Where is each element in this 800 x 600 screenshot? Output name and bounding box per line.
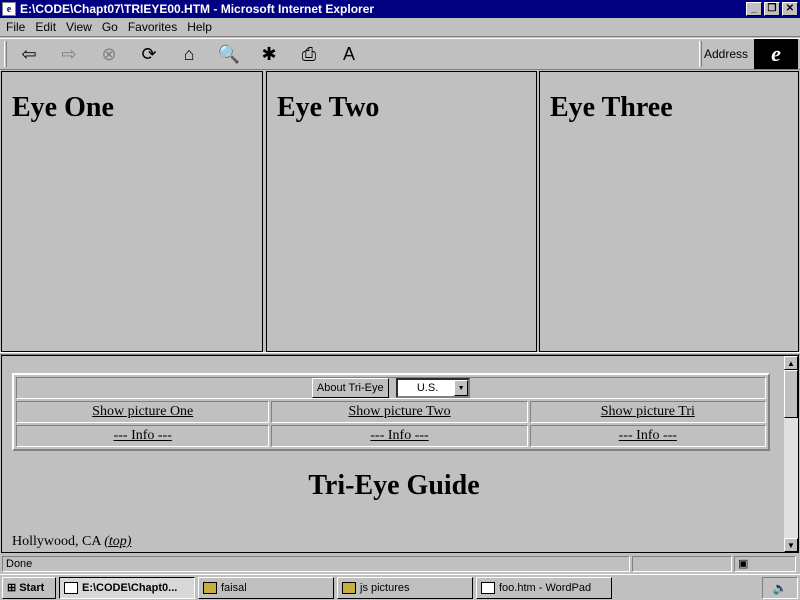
frame-heading: Eye One <box>12 92 114 123</box>
menu-file[interactable]: File <box>6 20 25 34</box>
guide-table: About Tri-Eye U.S. ▼ Show picture One Sh… <box>12 373 770 451</box>
menu-edit[interactable]: Edit <box>35 20 56 34</box>
task-faisal-folder[interactable]: faisal <box>198 576 334 599</box>
guide-footer: Hollywood, CA (top) <box>12 534 131 550</box>
address-grip[interactable] <box>698 41 702 67</box>
menu-favorites[interactable]: Favorites <box>128 20 177 34</box>
guide-cell: --- Info --- <box>271 425 528 447</box>
menu-help[interactable]: Help <box>187 20 212 34</box>
guide-cell: --- Info --- <box>16 425 270 447</box>
back-icon[interactable]: ⇦ <box>9 40 49 68</box>
zone-icon: ▣ <box>738 558 749 570</box>
task-ie-window[interactable]: E:\CODE\Chapt0... <box>59 576 195 599</box>
frame-eye-one: Eye One <box>1 71 263 352</box>
minimize-button[interactable]: _ <box>746 2 762 16</box>
toolbar: ⇦ ⇨ ⊗ ⟳ ⌂ 🔍 ✱ ⎙ A Address e <box>0 38 800 70</box>
title-bar: e E:\CODE\Chapt07\TRIEYE00.HTM - Microso… <box>0 0 800 18</box>
frame-guide: About Tri-Eye U.S. ▼ Show picture One Sh… <box>1 355 799 553</box>
about-tri-eye-button[interactable]: About Tri-Eye <box>311 378 389 398</box>
menu-go[interactable]: Go <box>102 20 118 34</box>
folder-icon <box>203 581 217 594</box>
toolbar-grip[interactable] <box>4 41 7 67</box>
guide-cell: Show picture Tri <box>529 401 766 423</box>
start-button[interactable]: ⊞ Start <box>2 576 56 599</box>
home-icon[interactable]: ⌂ <box>169 40 209 68</box>
windows-logo-icon: ⊞ <box>7 582 17 594</box>
region-select-value: U.S. <box>416 382 439 394</box>
info-three-link[interactable]: --- Info --- <box>619 428 677 443</box>
search-icon[interactable]: 🔍 <box>209 40 249 68</box>
frame-eye-two: Eye Two <box>266 71 537 352</box>
menu-bar: File Edit View Go Favorites Help <box>0 18 800 37</box>
frame-heading: Eye Two <box>277 92 380 123</box>
task-label: foo.htm - WordPad <box>499 581 592 594</box>
speaker-icon[interactable]: 🔈 <box>773 581 788 595</box>
region-select[interactable]: U.S. ▼ <box>396 378 471 398</box>
status-zone-panel: ▣ <box>734 556 796 572</box>
close-button[interactable]: ✕ <box>782 2 798 16</box>
taskbar: ⊞ Start E:\CODE\Chapt0... faisal js pict… <box>0 574 800 600</box>
top-link[interactable]: (top) <box>104 534 131 549</box>
ie-page-icon <box>64 581 78 594</box>
guide-cell: Show picture One <box>16 401 270 423</box>
show-picture-one-link[interactable]: Show picture One <box>92 404 193 419</box>
font-icon[interactable]: A <box>329 40 369 68</box>
task-label: js pictures <box>360 581 410 594</box>
location-text: Hollywood, CA <box>12 534 101 549</box>
show-picture-two-link[interactable]: Show picture Two <box>348 404 450 419</box>
task-label: E:\CODE\Chapt0... <box>82 581 178 594</box>
window-controls: _ ❐ ✕ <box>746 2 798 16</box>
stop-icon[interactable]: ⊗ <box>89 40 129 68</box>
status-bar: Done ▣ <box>0 555 800 573</box>
restore-button[interactable]: ❐ <box>764 2 780 16</box>
frame-eye-three: Eye Three <box>539 71 799 352</box>
scroll-down-icon[interactable]: ▼ <box>784 538 798 552</box>
scroll-up-icon[interactable]: ▲ <box>784 356 798 370</box>
task-label: faisal <box>221 581 247 594</box>
ie-logo-icon: e <box>754 39 798 69</box>
guide-cell: Show picture Two <box>271 401 528 423</box>
start-label: Start <box>19 581 45 594</box>
info-one-link[interactable]: --- Info --- <box>114 428 172 443</box>
frame-heading: Eye Three <box>550 92 673 123</box>
guide-controls-cell: About Tri-Eye U.S. ▼ <box>16 377 766 399</box>
vertical-scrollbar[interactable]: ▲ ▼ <box>784 356 798 552</box>
task-wordpad[interactable]: foo.htm - WordPad <box>476 576 612 599</box>
print-icon[interactable]: ⎙ <box>289 40 329 68</box>
guide-cell: --- Info --- <box>529 425 766 447</box>
forward-icon[interactable]: ⇨ <box>49 40 89 68</box>
status-text: Done <box>2 556 630 572</box>
system-tray: 🔈 <box>762 576 798 599</box>
address-label[interactable]: Address <box>704 47 748 61</box>
folder-icon <box>342 581 356 594</box>
info-two-link[interactable]: --- Info --- <box>370 428 428 443</box>
ie-page-icon[interactable]: e <box>2 2 16 16</box>
task-js-pictures-folder[interactable]: js pictures <box>337 576 473 599</box>
status-progress-panel <box>632 556 732 572</box>
wordpad-icon <box>481 581 495 594</box>
favorites-icon[interactable]: ✱ <box>249 40 289 68</box>
refresh-icon[interactable]: ⟳ <box>129 40 169 68</box>
scroll-thumb[interactable] <box>784 370 798 418</box>
window-title: E:\CODE\Chapt07\TRIEYE00.HTM - Microsoft… <box>20 2 375 16</box>
menu-view[interactable]: View <box>66 20 92 34</box>
frameset: Eye One Eye Two Eye Three About Tri-Eye … <box>0 71 800 554</box>
guide-title: Tri-Eye Guide <box>308 470 480 501</box>
show-picture-tri-link[interactable]: Show picture Tri <box>601 404 695 419</box>
chevron-down-icon[interactable]: ▼ <box>454 380 469 396</box>
